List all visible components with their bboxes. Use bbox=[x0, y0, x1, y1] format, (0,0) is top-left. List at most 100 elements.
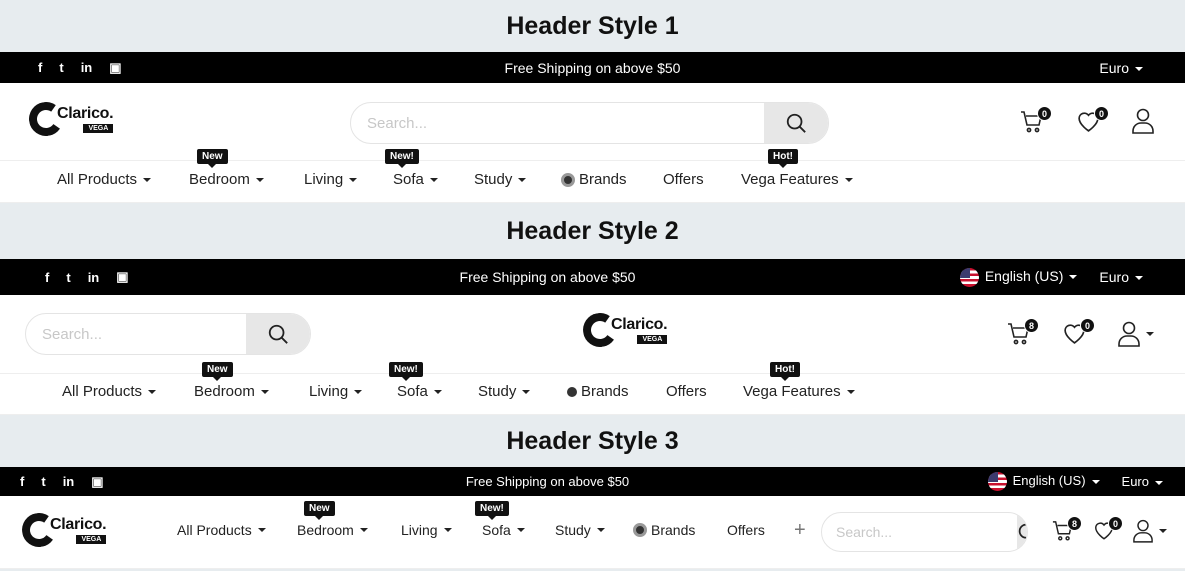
badge-new: New bbox=[304, 501, 335, 520]
nav-more-button[interactable]: + bbox=[794, 519, 806, 542]
nav-brands[interactable]: Brands bbox=[567, 383, 629, 400]
search-input[interactable] bbox=[822, 513, 1017, 551]
nav-brands[interactable]: Brands bbox=[633, 522, 695, 538]
nav-label: Brands bbox=[579, 171, 627, 188]
header-main-style-3: Clarico. VEGA All Products New Bedroom L… bbox=[0, 496, 1185, 569]
wishlist-count-badge: 0 bbox=[1094, 106, 1109, 121]
nav-all-products[interactable]: All Products bbox=[62, 383, 157, 400]
nav-label: All Products bbox=[57, 171, 138, 188]
cart-count-badge: 8 bbox=[1067, 516, 1082, 531]
nav-label: Offers bbox=[727, 522, 765, 538]
search-input[interactable] bbox=[26, 314, 246, 354]
header-main-style-2: Clarico. VEGA 8 0 bbox=[0, 295, 1185, 374]
nav-offers[interactable]: Offers bbox=[727, 522, 765, 538]
chevron-down-icon bbox=[844, 177, 853, 182]
chevron-down-icon bbox=[349, 177, 358, 182]
logo-brand: Clarico. bbox=[611, 316, 668, 333]
nav-bedroom[interactable]: Bedroom bbox=[189, 171, 264, 188]
chevron-down-icon bbox=[846, 389, 855, 394]
cart-button[interactable]: 8 bbox=[1007, 318, 1039, 346]
badge-new: New bbox=[202, 362, 233, 381]
nav-study[interactable]: Study bbox=[478, 383, 531, 400]
nav-offers[interactable]: Offers bbox=[663, 171, 704, 188]
nav-study[interactable]: Study bbox=[474, 171, 527, 188]
currency-label: Euro bbox=[1099, 269, 1129, 285]
cart-button[interactable]: 0 bbox=[1020, 106, 1052, 134]
nav-label: Living bbox=[401, 522, 438, 538]
logo-sub: VEGA bbox=[637, 335, 668, 344]
search-button[interactable] bbox=[246, 314, 310, 354]
search-bar bbox=[25, 313, 311, 355]
nav-vega-features[interactable]: Vega Features bbox=[741, 171, 853, 188]
search-input[interactable] bbox=[351, 103, 764, 143]
nav-all-products[interactable]: All Products bbox=[177, 522, 266, 538]
currency-select[interactable]: Euro bbox=[1099, 269, 1143, 285]
nav-sofa[interactable]: Sofa bbox=[393, 171, 438, 188]
badge-new: New! bbox=[475, 501, 509, 520]
topbar-options: Euro bbox=[1099, 60, 1143, 76]
nav-living[interactable]: Living bbox=[309, 383, 363, 400]
cart-button[interactable]: 8 bbox=[1052, 516, 1082, 542]
section-title-style-1: Header Style 1 bbox=[506, 11, 679, 40]
nav-label: Sofa bbox=[482, 522, 511, 538]
topbar-style-1: f t in ▣ Free Shipping on above $50 Euro bbox=[0, 52, 1185, 83]
language-select[interactable]: English (US) bbox=[959, 267, 1078, 287]
wishlist-button[interactable]: 0 bbox=[1076, 106, 1109, 133]
nav-all-products[interactable]: All Products bbox=[57, 171, 152, 188]
currency-select[interactable]: Euro bbox=[1099, 60, 1143, 76]
nav-vega-features[interactable]: Vega Features bbox=[743, 383, 855, 400]
chevron-down-icon bbox=[1155, 480, 1163, 485]
nav-label: Living bbox=[304, 171, 344, 188]
wishlist-count-badge: 0 bbox=[1108, 516, 1123, 531]
topbar-options: English (US) Euro bbox=[987, 472, 1163, 491]
nav-bedroom[interactable]: Bedroom bbox=[194, 383, 269, 400]
nav-label: Study bbox=[478, 383, 517, 400]
currency-label: Euro bbox=[1121, 474, 1149, 489]
language-label: English (US) bbox=[1012, 472, 1086, 488]
nav-offers[interactable]: Offers bbox=[666, 383, 707, 400]
search-button[interactable] bbox=[1017, 513, 1027, 551]
wishlist-button[interactable]: 0 bbox=[1093, 516, 1123, 541]
chevron-down-icon bbox=[1069, 275, 1078, 279]
topbar-style-3: f t in ▣ Free Shipping on above $50 Engl… bbox=[0, 467, 1185, 496]
cart-count-badge: 0 bbox=[1037, 106, 1052, 121]
chevron-down-icon bbox=[429, 177, 438, 182]
nav-living[interactable]: Living bbox=[401, 522, 452, 538]
account-button[interactable] bbox=[1133, 519, 1167, 543]
language-select[interactable]: English (US) bbox=[987, 472, 1100, 491]
chevron-down-icon bbox=[260, 389, 269, 394]
promo-text: Free Shipping on above $50 bbox=[465, 474, 630, 489]
currency-label: Euro bbox=[1099, 59, 1129, 76]
chevron-down-icon bbox=[1091, 479, 1100, 484]
brands-dot-icon bbox=[561, 172, 575, 187]
nav-bedroom[interactable]: Bedroom bbox=[297, 522, 368, 538]
chevron-down-icon bbox=[1135, 66, 1143, 71]
search-button[interactable] bbox=[764, 103, 828, 143]
nav-label: Brands bbox=[581, 383, 629, 400]
nav-living[interactable]: Living bbox=[304, 171, 358, 188]
currency-select[interactable]: Euro bbox=[1122, 474, 1163, 489]
account-button[interactable] bbox=[1118, 321, 1154, 347]
logo-text: Clarico. VEGA bbox=[57, 105, 114, 133]
logo[interactable]: Clarico. VEGA bbox=[26, 99, 114, 139]
user-icon bbox=[1118, 321, 1140, 347]
logo[interactable]: Clarico. VEGA bbox=[19, 510, 107, 550]
nav-label: Offers bbox=[666, 383, 707, 400]
nav-study[interactable]: Study bbox=[555, 522, 605, 538]
nav-brands[interactable]: Brands bbox=[561, 171, 627, 188]
search-icon bbox=[1018, 523, 1027, 539]
chevron-down-icon bbox=[255, 177, 264, 182]
search-icon bbox=[786, 113, 806, 133]
chevron-down-icon bbox=[148, 389, 157, 394]
user-icon bbox=[1132, 108, 1154, 134]
account-button[interactable] bbox=[1132, 108, 1154, 134]
nav-sofa[interactable]: Sofa bbox=[397, 383, 442, 400]
header-main-style-1: Clarico. VEGA 0 0 bbox=[0, 83, 1185, 161]
wishlist-button[interactable]: 0 bbox=[1062, 318, 1095, 345]
logo[interactable]: Clarico. VEGA bbox=[580, 310, 668, 350]
nav-label: Study bbox=[474, 171, 513, 188]
us-flag-icon bbox=[959, 267, 979, 287]
language-label: English (US) bbox=[984, 267, 1064, 284]
badge-hot: Hot! bbox=[770, 362, 800, 381]
nav-sofa[interactable]: Sofa bbox=[482, 522, 525, 538]
